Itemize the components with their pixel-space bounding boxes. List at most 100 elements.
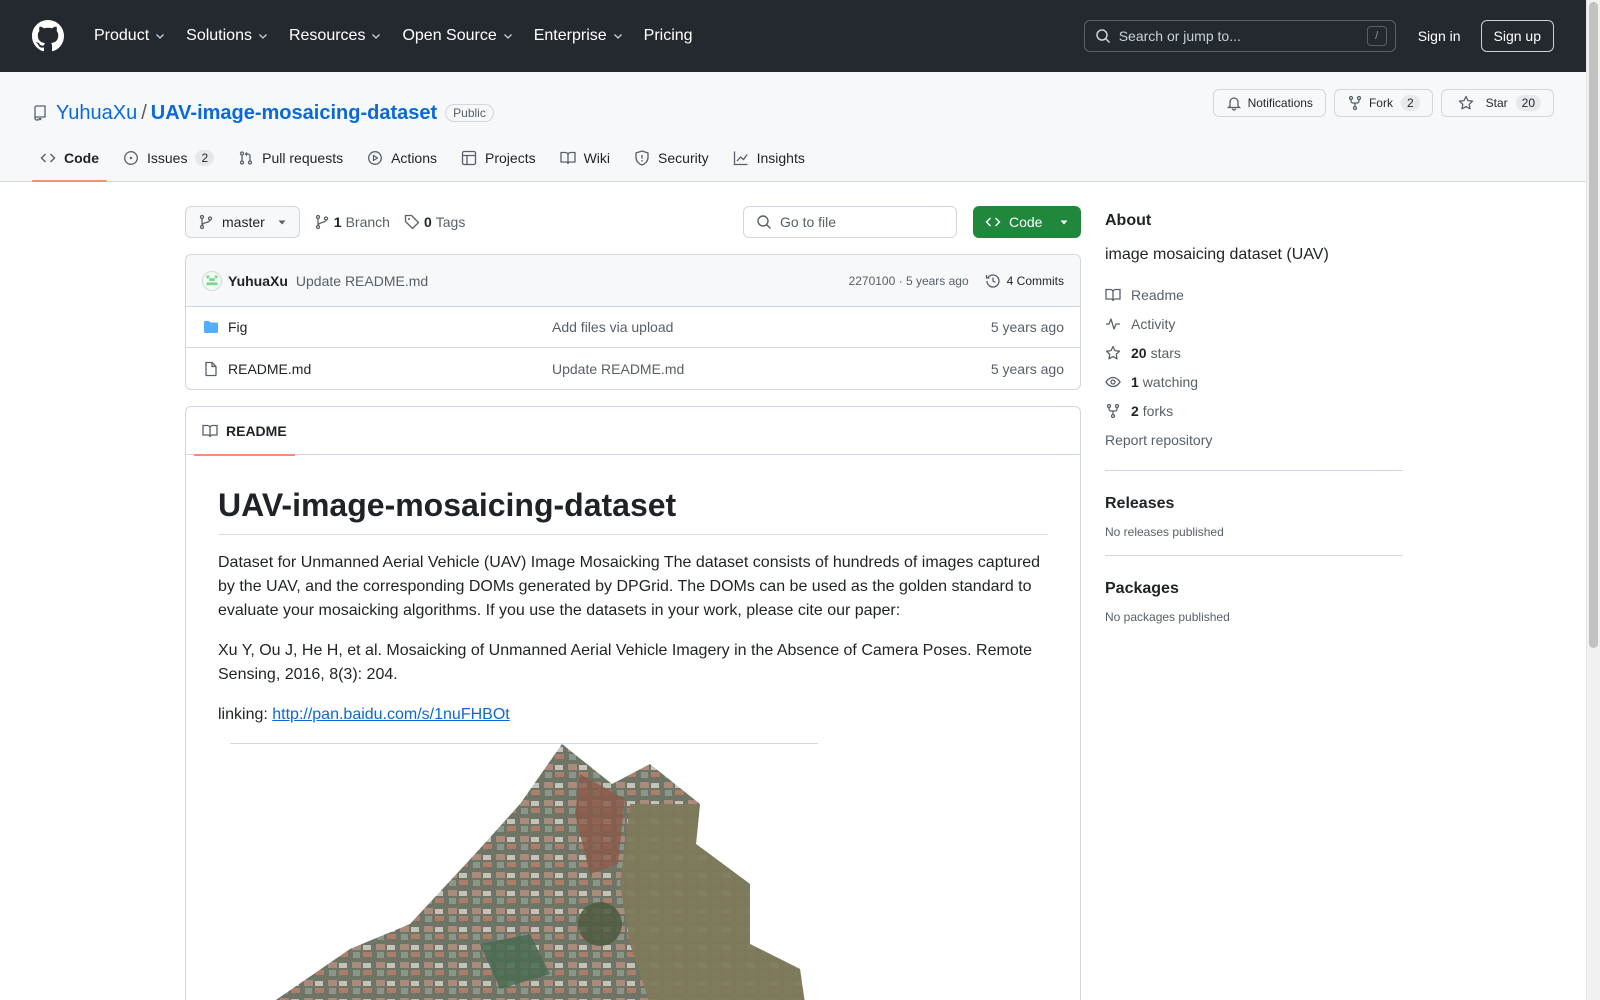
tab-label: Pull requests <box>262 150 344 166</box>
folder-icon <box>204 321 218 333</box>
search-shortcut-key: / <box>1366 26 1387 46</box>
readme-tab[interactable]: README <box>194 407 295 456</box>
file-commit-message[interactable]: Add files via upload <box>552 319 991 335</box>
branch-icon <box>315 214 328 230</box>
chevron-down-icon <box>372 34 381 39</box>
branch-select-button[interactable]: master <box>185 206 300 238</box>
tab-issues[interactable]: Issues 2 <box>115 135 222 181</box>
identicon-icon <box>206 274 218 285</box>
file-commit-message[interactable]: Update README.md <box>552 361 991 377</box>
forks-link[interactable]: 2 forks <box>1105 396 1403 425</box>
nav-enterprise[interactable]: Enterprise <box>526 27 632 45</box>
file-name: README.md <box>228 360 312 377</box>
book-icon <box>559 151 576 165</box>
global-header: Product Solutions Resources Open Source … <box>0 0 1586 72</box>
file-toolbar: master 1 Branch 0 Tags Go to file Code <box>185 206 1081 238</box>
code-icon <box>985 217 1001 227</box>
star-button[interactable]: Star 20 <box>1440 89 1554 117</box>
scrollbar-thumb[interactable] <box>1589 2 1598 648</box>
watchers-link[interactable]: 1 watching <box>1105 367 1403 396</box>
chevron-down-icon <box>503 34 512 39</box>
star-count: 20 <box>1515 95 1541 111</box>
star-icon <box>1105 345 1121 359</box>
commit-meta: 2270100 · 5 years ago 4 Commits <box>849 273 1064 289</box>
packages-heading[interactable]: Packages <box>1105 580 1403 598</box>
dataset-download-link[interactable]: http://pan.baidu.com/s/1nuFHBOt <box>272 706 509 723</box>
readme-citation: Xu Y, Ou J, He H, et al. Mosaicking of U… <box>218 642 1033 683</box>
activity-link[interactable]: Activity <box>1105 309 1403 338</box>
tab-label: Security <box>658 150 709 166</box>
repo-actions: Notifications Fork 2 Star 20 <box>1212 89 1554 117</box>
file-name-link[interactable]: README.md <box>202 361 552 377</box>
tag-label: Tags <box>435 214 466 230</box>
repo-owner-link[interactable]: YuhuaXu <box>56 102 137 125</box>
aerial-mosaic-graphic <box>275 744 805 1000</box>
search-placeholder: Search or jump to... <box>1118 28 1241 44</box>
search-icon <box>1095 29 1110 44</box>
repo-header: YuhuaXu / UAV-image-mosaicing-dataset Pu… <box>0 72 1586 182</box>
tab-insights[interactable]: Insights <box>725 135 813 181</box>
activity-link-label: Activity <box>1131 315 1176 332</box>
nav-solutions[interactable]: Solutions <box>178 27 277 45</box>
tab-pull-requests[interactable]: Pull requests <box>230 135 351 181</box>
stars-link[interactable]: 20 stars <box>1105 338 1403 367</box>
nav-open-source[interactable]: Open Source <box>394 27 521 45</box>
file-name-link[interactable]: Fig <box>202 319 552 335</box>
report-repository-link[interactable]: Report repository <box>1105 425 1403 454</box>
commit-author-link[interactable]: YuhuaXu <box>228 273 288 289</box>
tab-label: Wiki <box>583 150 611 166</box>
readme-tab-label: README <box>226 422 287 439</box>
readme-tabbar: README <box>186 407 1080 456</box>
branches-link[interactable]: 1 Branch <box>314 214 390 230</box>
code-icon <box>40 153 56 163</box>
sidebar-divider <box>1105 470 1403 471</box>
tab-wiki[interactable]: Wiki <box>552 135 618 181</box>
repo-name-link[interactable]: UAV-image-mosaicing-dataset <box>151 102 437 125</box>
page-scrollbar[interactable] <box>1586 0 1600 1000</box>
issue-icon <box>124 151 138 165</box>
sign-up-button[interactable]: Sign up <box>1480 20 1554 52</box>
code-dropdown-button[interactable]: Code <box>973 206 1081 238</box>
nav-product[interactable]: Product <box>86 27 174 45</box>
fork-button[interactable]: Fork 2 <box>1333 89 1433 117</box>
caret-down-icon <box>1060 220 1068 225</box>
pulse-icon <box>1106 317 1120 330</box>
go-to-file-placeholder: Go to file <box>780 214 837 230</box>
main-content: master 1 Branch 0 Tags Go to file Code Y… <box>185 206 1081 1000</box>
readme-link-line: linking: http://pan.baidu.com/s/1nuFHBOt <box>218 703 1048 727</box>
commit-hash-time[interactable]: 2270100 · 5 years ago <box>849 274 969 288</box>
nav-resources[interactable]: Resources <box>281 27 390 45</box>
forks-count: 2 <box>1131 402 1139 419</box>
nav-label: Product <box>94 27 150 44</box>
branch-label: Branch <box>345 214 390 230</box>
avatar[interactable] <box>202 270 222 291</box>
global-search-input[interactable]: Search or jump to... / <box>1083 20 1396 52</box>
readme-body: UAV-image-mosaicing-dataset Dataset for … <box>186 455 1080 1000</box>
commits-history-link[interactable]: 4 Commits <box>985 273 1064 289</box>
latest-commit-row: YuhuaXu Update README.md 2270100 · 5 yea… <box>186 255 1080 307</box>
tab-label: Insights <box>756 150 805 166</box>
tab-actions[interactable]: Actions <box>359 135 445 181</box>
sign-in-link[interactable]: Sign in <box>1418 28 1461 44</box>
tab-security[interactable]: Security <box>626 135 717 181</box>
tag-icon <box>404 214 420 230</box>
book-icon <box>1105 288 1121 301</box>
releases-heading[interactable]: Releases <box>1105 495 1403 513</box>
nav-pricing[interactable]: Pricing <box>636 27 701 45</box>
go-to-file-input[interactable]: Go to file <box>743 206 957 238</box>
tab-code[interactable]: Code <box>32 135 107 182</box>
tag-count: 0 <box>423 214 432 230</box>
github-logo-icon[interactable] <box>32 20 64 52</box>
notifications-label: Notifications <box>1247 96 1313 110</box>
notifications-button[interactable]: Notifications <box>1212 89 1326 117</box>
tags-link[interactable]: 0 Tags <box>404 214 465 230</box>
commit-message-link[interactable]: Update README.md <box>296 273 428 289</box>
readme-link[interactable]: Readme <box>1105 280 1403 309</box>
star-icon <box>1458 95 1473 110</box>
nav-label: Solutions <box>186 27 252 44</box>
tab-projects[interactable]: Projects <box>453 135 544 181</box>
play-icon <box>368 151 383 165</box>
branch-icon <box>199 214 213 230</box>
branch-count: 1 <box>333 214 342 230</box>
file-row: README.md Update README.md 5 years ago <box>186 348 1080 389</box>
